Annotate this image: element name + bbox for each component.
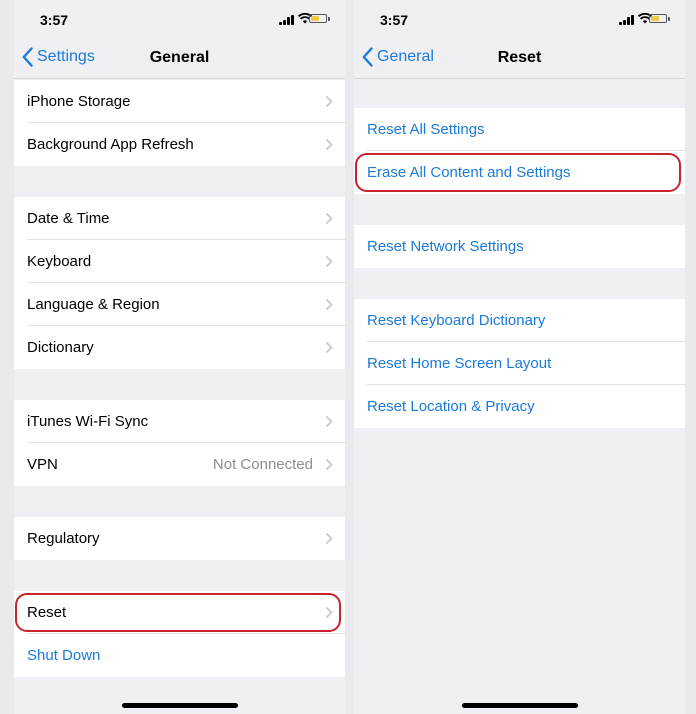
row-erase-all-content[interactable]: Erase All Content and Settings: [354, 151, 685, 194]
status-time: 3:57: [380, 12, 409, 28]
row-label: Date & Time: [27, 210, 110, 227]
status-bar: 3:57: [14, 0, 345, 36]
vpn-status: Not Connected: [212, 456, 313, 473]
status-icons: [279, 13, 331, 25]
row-label: Language & Region: [27, 296, 160, 313]
row-reset-location-privacy[interactable]: Reset Location & Privacy: [354, 385, 685, 428]
row-label: Reset All Settings: [367, 121, 485, 138]
reset-screen: 3:57 General Reset Reset All Settings Er…: [354, 0, 685, 714]
chevron-right-icon: [325, 341, 333, 354]
row-label: Reset Home Screen Layout: [367, 355, 552, 372]
status-time: 3:57: [40, 12, 69, 28]
chevron-right-icon: [325, 606, 333, 619]
battery-icon: [309, 14, 327, 23]
row-label: iPhone Storage: [27, 93, 131, 110]
row-shut-down[interactable]: Shut Down: [14, 634, 345, 677]
row-label: VPN: [27, 456, 58, 473]
row-label: Reset Keyboard Dictionary: [367, 312, 546, 329]
home-indicator: [461, 703, 578, 708]
row-date-time[interactable]: Date & Time: [14, 197, 345, 240]
row-vpn[interactable]: VPN Not Connected: [14, 443, 345, 486]
chevron-right-icon: [325, 255, 333, 268]
chevron-right-icon: [325, 415, 333, 428]
row-label: Reset: [27, 604, 67, 621]
row-regulatory[interactable]: Regulatory: [14, 517, 345, 560]
navigation-bar: Settings General: [14, 36, 345, 79]
row-reset-home-screen-layout[interactable]: Reset Home Screen Layout: [354, 342, 685, 385]
row-reset[interactable]: Reset: [14, 591, 345, 634]
chevron-right-icon: [325, 138, 333, 151]
chevron-right-icon: [325, 458, 333, 471]
chevron-right-icon: [325, 298, 333, 311]
row-label: Reset Location & Privacy: [367, 398, 535, 415]
row-iphone-storage[interactable]: iPhone Storage: [14, 80, 345, 123]
row-reset-network-settings[interactable]: Reset Network Settings: [354, 225, 685, 268]
shut-down-label: Shut Down: [27, 647, 101, 664]
chevron-right-icon: [325, 532, 333, 545]
row-itunes-wifi-sync[interactable]: iTunes Wi-Fi Sync: [14, 400, 345, 443]
page-title: Reset: [497, 49, 542, 66]
row-dictionary[interactable]: Dictionary: [14, 326, 345, 369]
row-keyboard[interactable]: Keyboard: [14, 240, 345, 283]
chevron-right-icon: [325, 212, 333, 225]
row-label: Keyboard: [27, 253, 92, 270]
row-reset-all-settings[interactable]: Reset All Settings: [354, 108, 685, 151]
page-title: General: [149, 49, 210, 66]
general-screen: 3:57 Settings General iPhone Storage Bac…: [14, 0, 345, 714]
row-label: iTunes Wi-Fi Sync: [27, 413, 149, 430]
row-label: Background App Refresh: [27, 136, 194, 153]
chevron-right-icon: [325, 95, 333, 108]
navigation-bar: General Reset: [354, 36, 685, 79]
row-language-region[interactable]: Language & Region: [14, 283, 345, 326]
row-reset-keyboard-dictionary[interactable]: Reset Keyboard Dictionary: [354, 299, 685, 342]
battery-icon: [649, 14, 667, 23]
row-label: Dictionary: [27, 339, 94, 356]
row-label: Erase All Content and Settings: [367, 164, 571, 181]
row-background-app-refresh[interactable]: Background App Refresh: [14, 123, 345, 166]
row-label: Regulatory: [27, 530, 100, 547]
status-bar: 3:57: [354, 0, 685, 36]
home-indicator: [121, 703, 238, 708]
status-icons: [619, 13, 671, 25]
row-label: Reset Network Settings: [367, 238, 524, 255]
